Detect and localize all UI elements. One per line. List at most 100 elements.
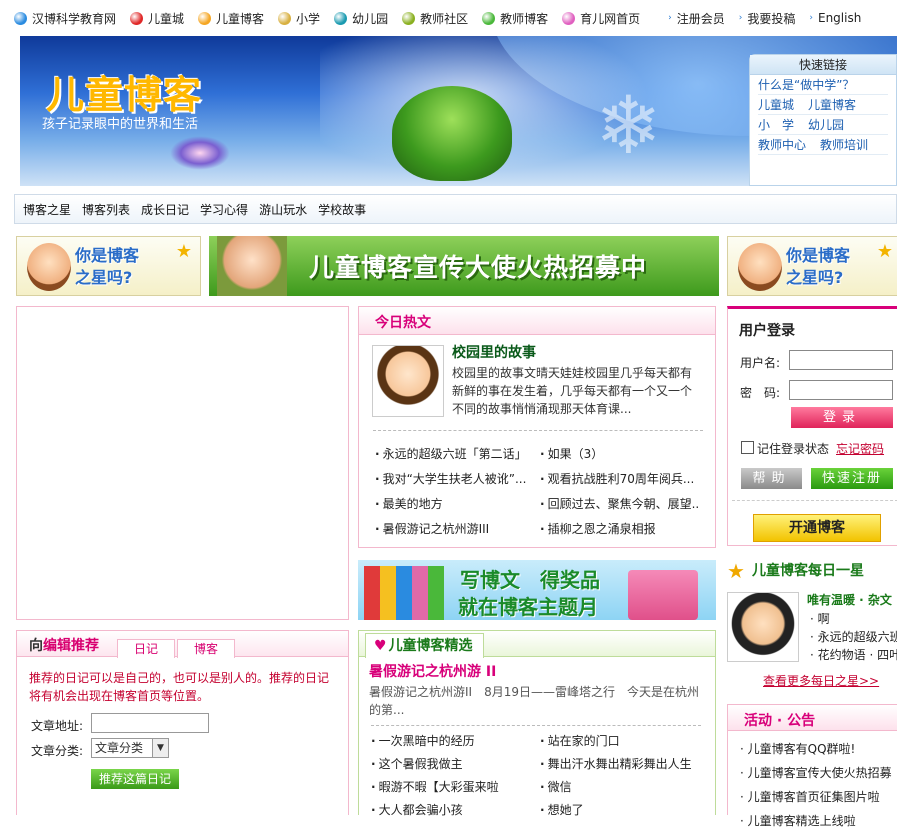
star-icon: ★ (175, 241, 192, 262)
top-nav-link[interactable]: 儿童博客 (198, 10, 264, 27)
top-nav-label: 小学 (296, 11, 321, 26)
category-nav-item[interactable]: 博客之星 (23, 201, 71, 218)
selection-tab[interactable]: ♥ 儿童博客精选 (365, 633, 484, 658)
help-button[interactable]: 帮助 (741, 468, 802, 489)
quick-link[interactable]: 幼儿园 (808, 115, 844, 134)
quick-link[interactable]: 教师中心 (758, 135, 806, 154)
theme-month-ad[interactable]: 写博文 得奖品 就在博客主题月 (358, 560, 716, 620)
star-item-link[interactable]: · 永远的超级六班 (810, 628, 897, 645)
remember-checkbox[interactable] (741, 441, 754, 454)
story-title-link[interactable]: 校园里的故事 (452, 342, 536, 362)
star-item-label: 花约物语 · 四叶 (817, 648, 897, 662)
galaxy-graphic (170, 136, 230, 170)
top-nav-right-link[interactable]: › 我要投稿 (739, 10, 796, 27)
activity-link[interactable]: · 儿童博客首页征集图片啦 (740, 788, 880, 805)
selection-description: 暑假游记之杭州游II 8月19日——雷峰塔之行 今天是在杭州的第... (369, 685, 699, 717)
password-input[interactable] (789, 380, 893, 400)
article-link[interactable]: 如果（3） (540, 445, 700, 462)
article-category-select[interactable]: 文章分类 ▼ (91, 738, 169, 758)
quick-link[interactable]: 什么是“做中学”？ (758, 75, 854, 94)
article-link-label: 我对“大学生扶老人被讹”... (382, 472, 527, 486)
article-link-label: 暇游不暇【大彩蛋来啦 (378, 780, 499, 794)
tab-diary[interactable]: 日记 (117, 639, 175, 658)
star-avatar[interactable] (727, 592, 799, 662)
top-nav-label: 教师社区 (420, 11, 469, 26)
category-nav: 博客之星 博客列表 成长日记 学习心得 游山玩水 学校故事 (14, 194, 897, 224)
top-nav-link[interactable]: 儿童城 (130, 10, 184, 27)
quick-links-panel: 快速链接 什么是“做中学”？ 儿童城 儿童博客小 学幼儿园 教师中心 教师培训 (749, 54, 897, 186)
username-input[interactable] (789, 350, 893, 370)
article-link[interactable]: 永远的超级六班「第二话」 (375, 445, 535, 462)
top-nav-right-link[interactable]: › English (809, 11, 861, 25)
article-link[interactable]: 想她了 (540, 801, 700, 818)
top-nav-right-label: 注册会员 (676, 11, 725, 26)
forgot-password-link[interactable]: 忘记密码 (836, 440, 884, 457)
activity-link[interactable]: · 儿童博客有QQ群啦! (740, 740, 855, 757)
quick-link[interactable]: 儿童城 (758, 95, 794, 114)
kid-avatar-graphic (27, 243, 71, 291)
top-nav-label: 教师博客 (500, 11, 549, 26)
chevron-right-icon: › (668, 13, 672, 23)
nav-ball-icon (14, 11, 27, 25)
tab-blog[interactable]: 博客 (177, 639, 235, 658)
quick-link[interactable]: 儿童博客 (808, 95, 856, 114)
quick-link[interactable]: 小 学 (758, 115, 794, 134)
top-nav-link[interactable]: 育儿网首页 (562, 10, 640, 27)
quick-link-row: 教师中心 教师培训 (758, 135, 888, 155)
top-nav-link[interactable]: 小学 (278, 10, 320, 27)
category-nav-item[interactable]: 学校故事 (318, 201, 366, 218)
activities-title: 活动 · 公告 (744, 713, 816, 729)
recommend-title-prefix: 向 (29, 638, 43, 654)
star-item-label: 啊 (817, 612, 830, 626)
blog-star-ad-right[interactable]: 你是博客 之星吗? ★ (727, 236, 897, 296)
category-nav-item[interactable]: 博客列表 (82, 201, 130, 218)
open-blog-button[interactable]: 开通博客 (753, 514, 881, 542)
site-logo-title[interactable]: 儿童博客 (46, 64, 202, 119)
article-link[interactable]: 插柳之恩之涌泉相报 (540, 520, 700, 537)
ad-star-line2: 之星吗? (75, 268, 133, 287)
article-link[interactable]: 站在家的门口 (540, 732, 700, 749)
blog-star-ad-left[interactable]: 你是博客 之星吗? ★ (16, 236, 201, 296)
article-link[interactable]: 微信 (540, 778, 700, 795)
article-link[interactable]: 大人都会骗小孩 (371, 801, 531, 818)
article-link[interactable]: 暇游不暇【大彩蛋来啦 (371, 778, 531, 795)
article-url-input[interactable] (91, 713, 209, 733)
star-item-link[interactable]: · 花约物语 · 四叶 (810, 646, 897, 663)
article-link[interactable]: 最美的地方 (375, 495, 535, 512)
top-nav-link[interactable]: 教师博客 (482, 10, 548, 27)
hot-title: 今日热文 (375, 315, 431, 331)
selection-title-link[interactable]: 暑假游记之杭州游 II (369, 661, 496, 681)
article-link[interactable]: 暑假游记之杭州游III (375, 520, 535, 537)
recommend-submit-button[interactable]: 推荐这篇日记 (91, 769, 179, 789)
article-link[interactable]: 观看抗战胜利70周年阅兵... (540, 470, 700, 487)
article-link[interactable]: 我对“大学生扶老人被讹”... (375, 470, 535, 487)
login-button[interactable]: 登录 (791, 407, 893, 428)
top-nav-link[interactable]: 汉博科学教育网 (14, 10, 116, 27)
top-nav-label: 幼儿园 (352, 11, 389, 26)
star-item-link[interactable]: · 啊 (810, 610, 830, 627)
article-link[interactable]: 舞出汗水舞出精彩舞出人生 (540, 755, 700, 772)
quick-link[interactable]: 教师培训 (820, 135, 868, 154)
top-nav-link[interactable]: 教师社区 (402, 10, 468, 27)
article-link[interactable]: 一次黑暗中的经历 (371, 732, 531, 749)
ambassador-recruit-ad[interactable]: 儿童博客宣传大使火热招募中 (209, 236, 719, 296)
top-nav-label: 儿童博客 (216, 11, 265, 26)
article-link[interactable]: 回顾过去、聚焦今朝、展望... (540, 495, 700, 512)
more-stars-link[interactable]: 查看更多每日之星>> (763, 672, 879, 689)
article-link[interactable]: 这个暑假我做主 (371, 755, 531, 772)
category-nav-item[interactable]: 成长日记 (141, 201, 189, 218)
star-name-link[interactable]: 唯有温暖 · 杂文 (807, 591, 892, 608)
article-link-label: 微信 (547, 780, 572, 794)
top-nav-link[interactable]: 幼儿园 (334, 10, 388, 27)
activity-link[interactable]: · 儿童博客宣传大使火热招募 (740, 764, 892, 781)
recommend-title: 向编辑推荐 (29, 635, 99, 655)
quick-register-button[interactable]: 快速注册 (811, 468, 893, 489)
top-nav-right-link[interactable]: › 注册会员 (668, 10, 725, 27)
article-link-label: 舞出汗水舞出精彩舞出人生 (547, 757, 692, 771)
quick-links-list: 什么是“做中学”？ 儿童城 儿童博客小 学幼儿园 教师中心 教师培训 (750, 75, 896, 155)
selection-header: ♥ 儿童博客精选 (359, 631, 715, 658)
category-nav-item[interactable]: 游山玩水 (259, 201, 307, 218)
chevron-right-icon: › (809, 13, 813, 23)
story-avatar[interactable] (372, 345, 444, 417)
category-nav-item[interactable]: 学习心得 (200, 201, 248, 218)
